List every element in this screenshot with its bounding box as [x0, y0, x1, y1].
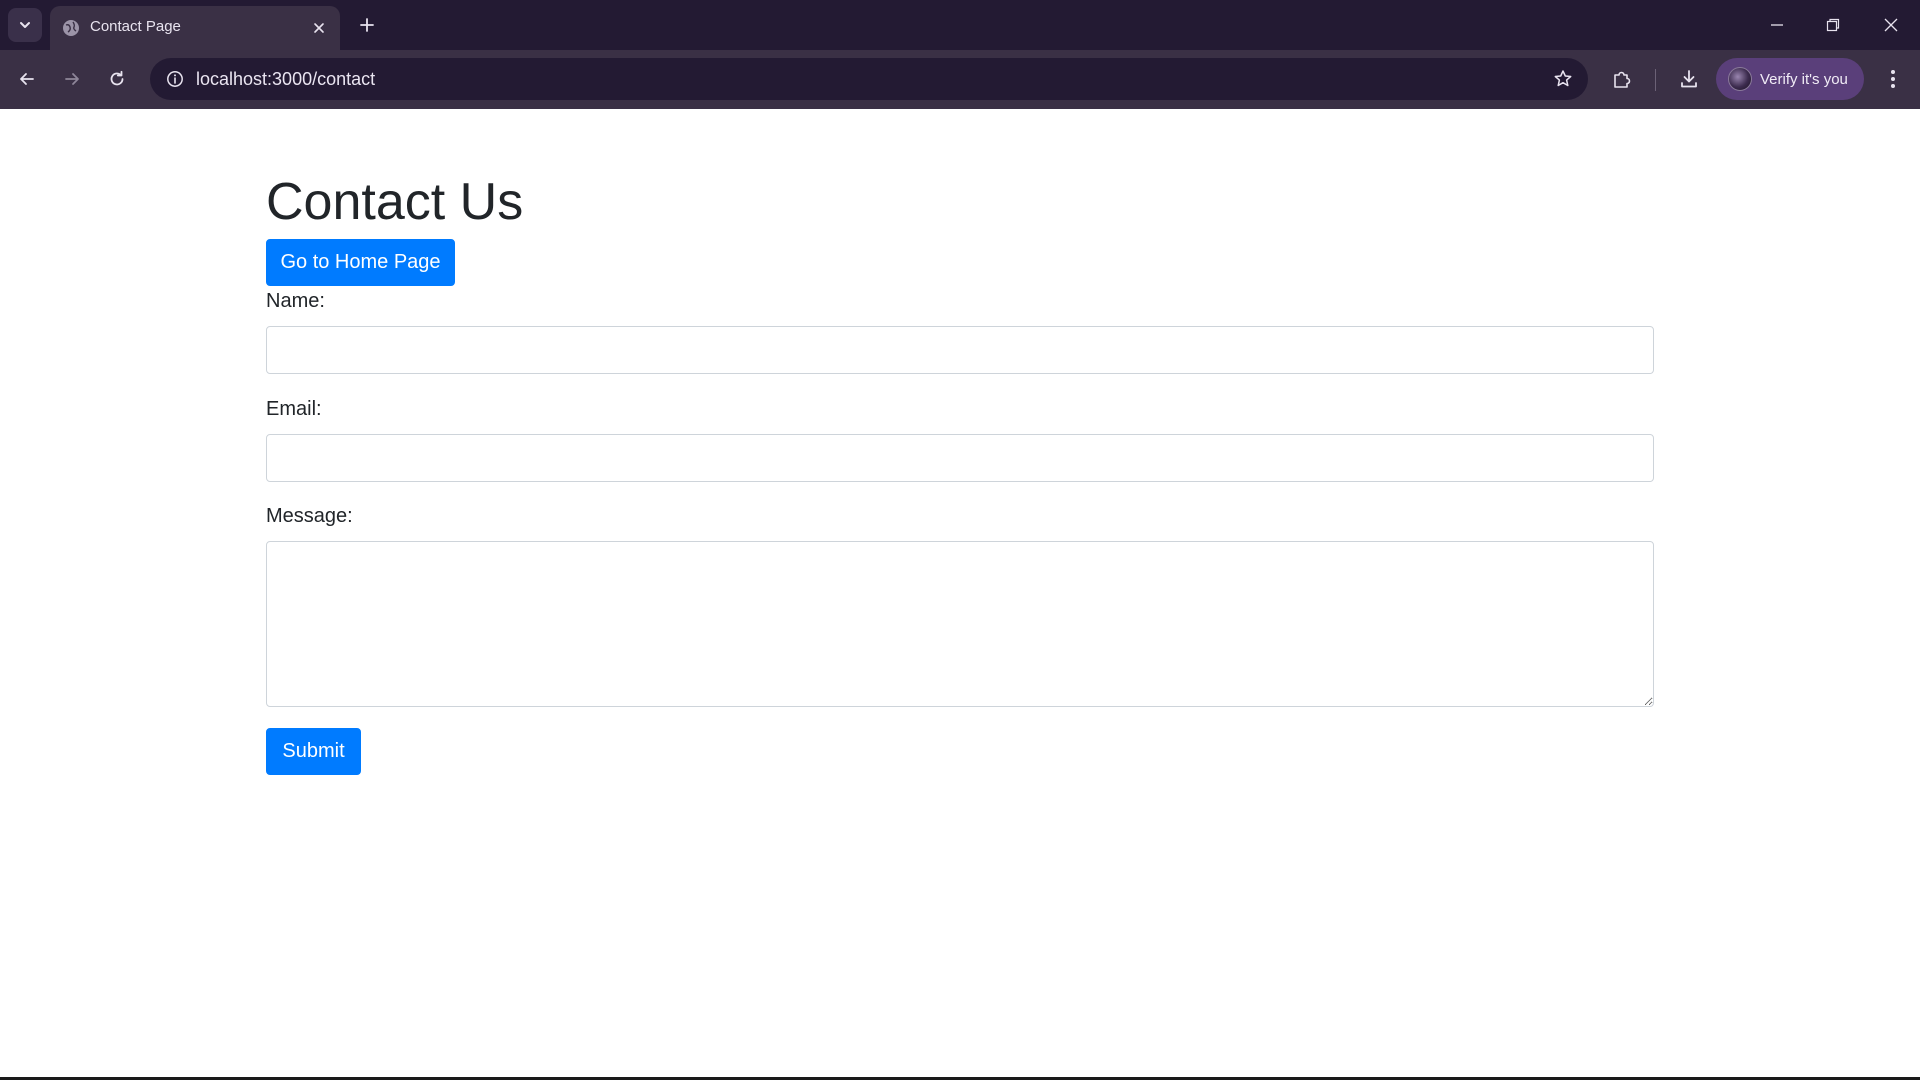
avatar: [1728, 67, 1752, 91]
close-icon: [1884, 18, 1898, 32]
bookmark-button[interactable]: [1548, 64, 1578, 94]
profile-button[interactable]: Verify it's you: [1716, 58, 1864, 100]
address-bar[interactable]: localhost:3000/contact: [150, 58, 1588, 100]
arrow-left-icon: [20, 73, 34, 85]
downloads-button[interactable]: [1672, 62, 1706, 96]
restore-button[interactable]: [1811, 8, 1855, 42]
star-icon: [1554, 70, 1572, 87]
tab-search-button[interactable]: [8, 8, 42, 42]
chevron-down-icon: [20, 22, 30, 28]
plus-icon: [360, 18, 374, 32]
browser-menu-button[interactable]: [1876, 62, 1910, 96]
name-label: Name:: [266, 290, 325, 312]
url-text[interactable]: localhost:3000/contact: [196, 69, 375, 90]
email-label: Email:: [266, 398, 322, 420]
tab-title: Contact Page: [90, 18, 181, 35]
download-icon: [1681, 70, 1697, 88]
tab-bar: Contact Page: [0, 0, 1920, 50]
browser-toolbar: localhost:3000/contact Verify it's you: [0, 50, 1920, 109]
profile-label: Verify it's you: [1760, 70, 1848, 88]
message-label: Message:: [266, 505, 353, 527]
kebab-menu-icon: [1891, 70, 1895, 88]
close-window-button[interactable]: [1869, 8, 1913, 42]
restore-icon: [1826, 18, 1840, 32]
minimize-icon: [1771, 24, 1783, 26]
go-home-button[interactable]: Go to Home Page: [266, 239, 455, 286]
globe-icon: [63, 20, 79, 36]
arrow-right-icon: [65, 73, 79, 85]
tab-close-button[interactable]: [308, 17, 330, 39]
back-button[interactable]: [10, 62, 44, 96]
email-input[interactable]: [266, 434, 1654, 482]
extensions-button[interactable]: [1605, 62, 1639, 96]
forward-button[interactable]: [55, 62, 89, 96]
submit-button[interactable]: Submit: [266, 728, 361, 775]
toolbar-divider: [1655, 69, 1656, 91]
reload-icon: [110, 70, 124, 86]
close-icon: [314, 23, 324, 33]
site-info-button[interactable]: [160, 64, 190, 94]
message-textarea[interactable]: [266, 541, 1654, 707]
name-input[interactable]: [266, 326, 1654, 374]
info-icon: [167, 71, 183, 87]
new-tab-button[interactable]: [352, 10, 382, 40]
reload-button[interactable]: [100, 62, 134, 96]
page-title: Contact Us: [266, 173, 524, 231]
tab-contact-page[interactable]: Contact Page: [50, 6, 340, 50]
puzzle-icon: [1614, 71, 1631, 88]
minimize-button[interactable]: [1755, 8, 1799, 42]
